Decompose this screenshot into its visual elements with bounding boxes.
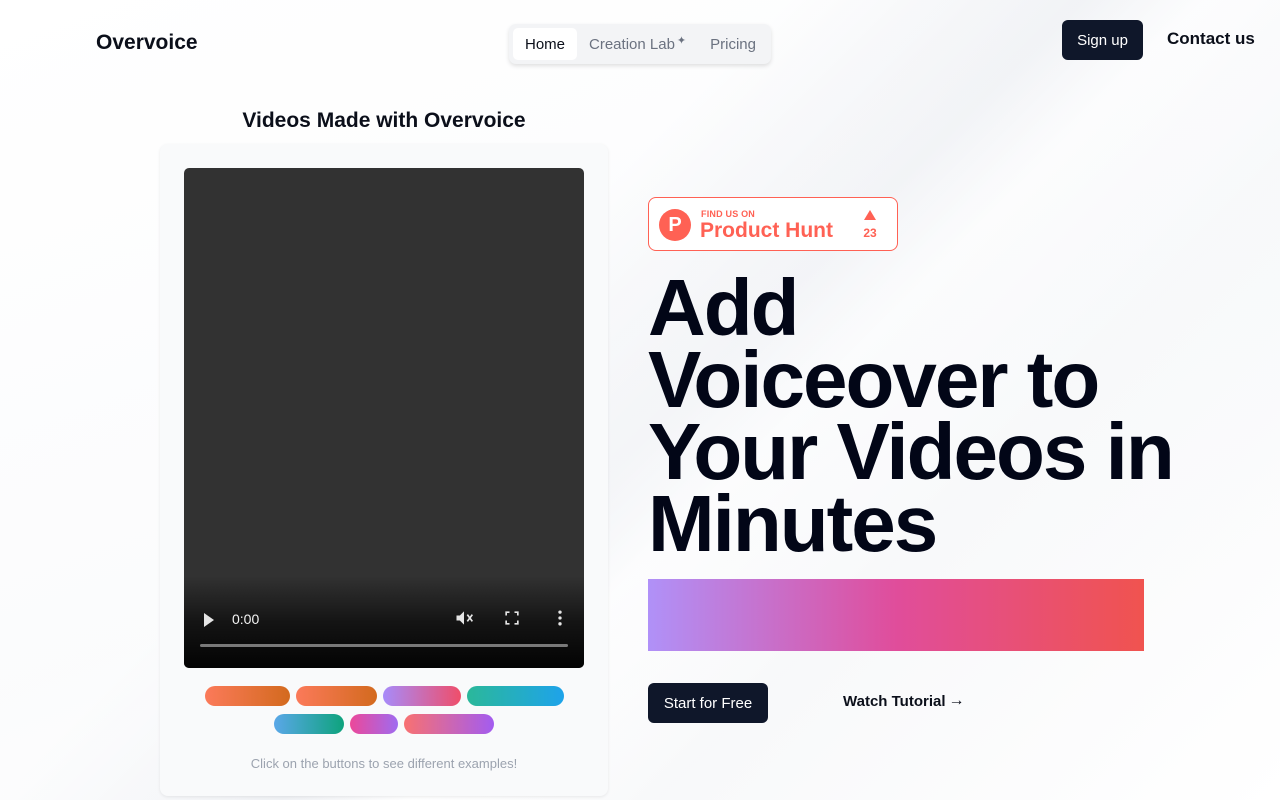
more-options-icon[interactable] (550, 608, 570, 628)
signup-button[interactable]: Sign up (1062, 20, 1143, 60)
example-button-3[interactable] (382, 686, 461, 706)
video-examples-card: 0:00 Click on the buttons to see differe… (160, 144, 608, 796)
example-button-4[interactable] (466, 686, 564, 706)
example-button-6[interactable] (350, 714, 398, 734)
videos-section-title: Videos Made with Overvoice (242, 109, 526, 132)
headline-line-1: Add (648, 263, 800, 352)
sparkle-icon: ✦ (676, 34, 687, 47)
play-icon[interactable] (204, 613, 214, 627)
example-button-7[interactable] (404, 714, 494, 734)
headline-line-4: Minutes (648, 479, 938, 568)
fullscreen-icon[interactable] (502, 608, 522, 628)
hero-gradient-bar (648, 579, 1144, 651)
start-for-free-button[interactable]: Start for Free (648, 683, 768, 723)
nav-home-label: Home (525, 35, 566, 53)
nav-creation-lab-label: Creation Lab (589, 35, 675, 53)
watch-tutorial-link[interactable]: Watch Tutorial → (843, 692, 965, 710)
example-buttons-row-1 (160, 686, 608, 706)
example-button-1[interactable] (204, 686, 290, 706)
nav-creation-lab[interactable]: Creation Lab ✦ (577, 28, 698, 60)
example-buttons-row-2 (160, 714, 608, 734)
headline-line-3: Your Videos in (648, 407, 1175, 496)
upvote-arrow-icon (864, 210, 876, 220)
product-hunt-badge[interactable]: P FIND US ON Product Hunt 23 (648, 197, 898, 251)
main-nav: Home Creation Lab ✦ Pricing (509, 24, 771, 64)
headline-line-2: Voiceover to (648, 335, 1100, 424)
example-buttons (160, 686, 608, 742)
logo[interactable]: Overvoice (96, 31, 198, 55)
nav-home[interactable]: Home (513, 28, 578, 60)
product-hunt-name: Product Hunt (700, 219, 833, 242)
example-button-2[interactable] (295, 686, 377, 706)
hero-headline: Add Voiceover to Your Videos in Minutes (648, 263, 1208, 568)
arrow-right-icon: → (948, 692, 965, 709)
nav-pricing[interactable]: Pricing (698, 28, 768, 60)
contact-link[interactable]: Contact us (1167, 29, 1255, 49)
upvote-count: 23 (863, 226, 877, 240)
examples-hint: Click on the buttons to see different ex… (250, 756, 518, 771)
watch-tutorial-label: Watch Tutorial (843, 692, 946, 710)
video-player[interactable]: 0:00 (184, 168, 584, 668)
example-button-5[interactable] (274, 714, 344, 734)
nav-pricing-label: Pricing (710, 35, 756, 53)
page: Overvoice Home Creation Lab ✦ Pricing Si… (0, 0, 1280, 800)
video-time: 0:00 (232, 611, 260, 627)
mute-icon[interactable] (454, 608, 474, 628)
product-hunt-logo-icon: P (659, 209, 691, 241)
product-hunt-caption: FIND US ON (701, 209, 756, 219)
video-progress-bar[interactable] (200, 644, 568, 647)
